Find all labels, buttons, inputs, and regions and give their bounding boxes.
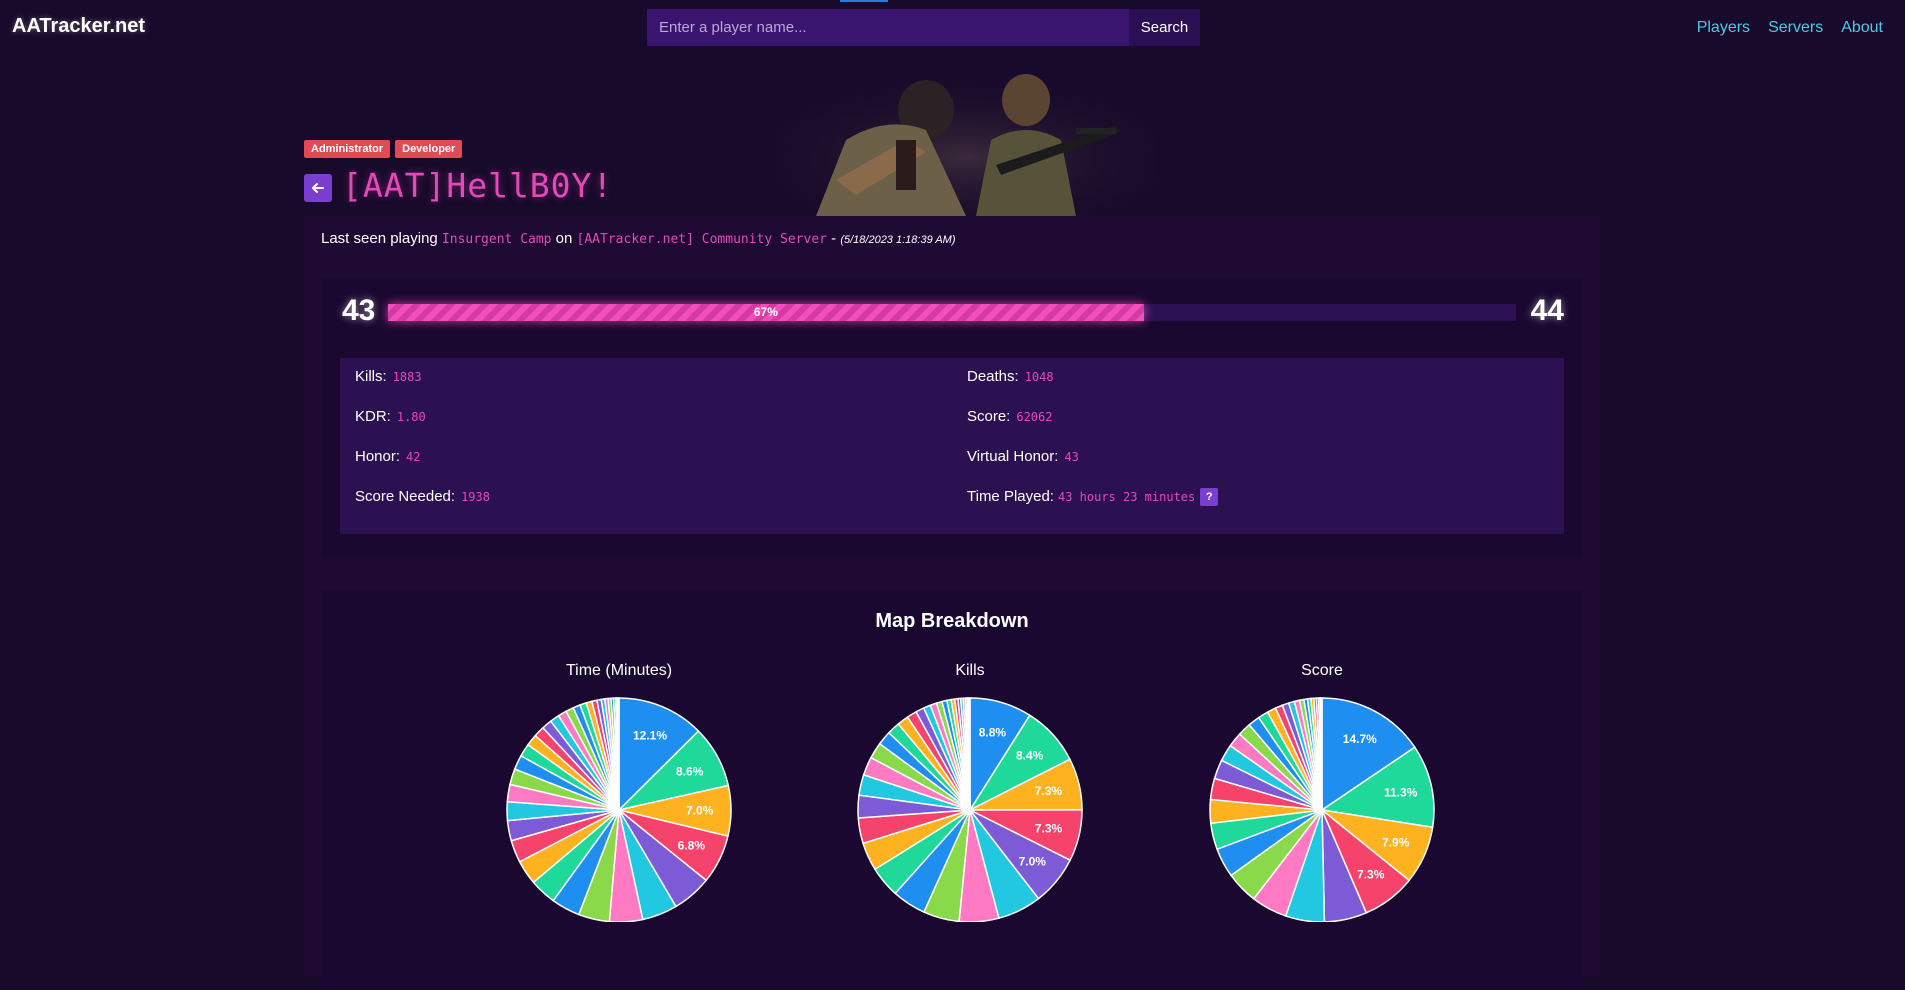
badge-developer: Developer — [395, 140, 463, 158]
stat-honor: Honor: 42 — [355, 448, 420, 465]
badge-administrator: Administrator — [304, 140, 391, 158]
pie-chart-score[interactable]: 14.7% 11.3% 7.9% 7.3% — [1187, 682, 1457, 922]
last-map-link[interactable]: Insurgent Camp — [442, 232, 552, 247]
level-progress-bar: 67% — [388, 304, 1516, 321]
pie-slice-label: 7.3% — [1035, 821, 1063, 835]
soldiers-banner-image — [776, 70, 1156, 216]
stat-score-label: Score: — [967, 408, 1011, 425]
stats-grid: Kills: 1883 Deaths: 1048 KDR: 1.80 Score: 62… — [340, 358, 1564, 534]
stat-virtual-honor: Virtual Honor: 43 — [967, 448, 1079, 465]
pie-title-kills: Kills — [955, 662, 985, 679]
stat-score-needed-label: Score Needed: — [355, 488, 456, 505]
stat-time-played-value: 43 hours 23 minutes — [1057, 490, 1196, 504]
pie-slice-label: 7.0% — [1019, 854, 1047, 868]
last-seen-timestamp: (5/18/2023 1:18:39 AM) — [840, 234, 956, 246]
main-nav: Players Servers About — [1697, 19, 1883, 37]
stat-score-needed-value: 1938 — [461, 490, 490, 504]
player-search-form: Search — [647, 9, 1200, 46]
pie-slice-label: 8.6% — [676, 764, 704, 778]
stat-deaths-value: 1048 — [1024, 370, 1054, 384]
last-seen-prefix: Last seen playing — [321, 230, 438, 247]
last-seen-on: on — [555, 230, 573, 247]
pie-title-time: Time (Minutes) — [565, 662, 673, 679]
pie-slice-label: 7.0% — [686, 804, 714, 818]
nav-link-servers[interactable]: Servers — [1768, 19, 1823, 37]
stat-honor-value: 42 — [406, 450, 421, 464]
pie-chart-kills[interactable]: 8.8% 8.4% 7.3% 7.3% 7.0% — [835, 682, 1105, 922]
nav-link-about[interactable]: About — [1841, 19, 1883, 37]
stat-kdr: KDR: 1.80 — [355, 408, 426, 425]
player-search-input[interactable] — [647, 9, 1129, 46]
stat-virtual-honor-value: 43 — [1064, 450, 1079, 464]
level-progress-label: 67% — [753, 305, 778, 319]
pie-title-score: Score — [1301, 662, 1343, 679]
stat-kdr-value: 1.80 — [396, 410, 426, 424]
stat-score: Score: 62062 — [967, 408, 1052, 425]
nav-link-players[interactable]: Players — [1697, 19, 1750, 37]
pie-slice-label: 7.9% — [1382, 836, 1410, 850]
stat-kills-value: 1883 — [392, 370, 422, 384]
player-name: [AAT]HellB0Y! — [342, 166, 614, 205]
stat-kills: Kills: 1883 — [355, 368, 422, 385]
stat-kdr-label: KDR: — [355, 408, 391, 425]
site-logo[interactable]: AATracker.net — [12, 15, 145, 38]
next-level: 44 — [1530, 294, 1564, 327]
pie-slice-label: 6.8% — [678, 839, 706, 853]
map-breakdown-card: Map Breakdown Time (Minutes) 12.1% 8.6% 7.… — [322, 590, 1582, 990]
pie-chart-time[interactable]: 12.1% 8.6% 7.0% 6.8% — [484, 682, 754, 922]
pie-slice-label: 7.3% — [1357, 867, 1385, 881]
stat-deaths: Deaths: 1048 — [967, 368, 1054, 385]
stat-kills-label: Kills: — [355, 368, 387, 385]
back-button[interactable] — [304, 174, 332, 202]
last-seen-dash: - — [831, 230, 837, 247]
time-played-help-button[interactable]: ? — [1200, 488, 1219, 507]
stat-score-value: 62062 — [1016, 410, 1053, 424]
stat-time-played: Time Played: 43 hours 23 minutes? — [967, 488, 1219, 507]
pie-slice-label: 8.4% — [1016, 749, 1044, 763]
last-seen-line: Last seen playing Insurgent Camp on [AAT… — [321, 230, 956, 247]
pie-slice-label: 8.8% — [979, 726, 1007, 740]
current-level: 43 — [342, 294, 376, 327]
stat-score-needed: Score Needed: 1938 — [355, 488, 490, 505]
loading-indicator — [840, 0, 888, 2]
player-panel: Last seen playing Insurgent Camp on [AAT… — [304, 216, 1600, 990]
pie-slice-label: 11.3% — [1384, 785, 1418, 799]
map-breakdown-title: Map Breakdown — [875, 610, 1029, 632]
player-hero: Administrator Developer [AAT]HellB0Y! — [304, 70, 1600, 216]
last-server-link[interactable]: [AATracker.net] Community Server — [577, 232, 827, 247]
stat-time-played-label: Time Played: — [967, 488, 1054, 505]
pie-slice-label: 12.1% — [633, 729, 667, 743]
stat-virtual-honor-label: Virtual Honor: — [967, 448, 1059, 465]
stat-deaths-label: Deaths: — [967, 368, 1019, 385]
top-navbar: AATracker.net Search Players Servers Abo… — [0, 0, 1905, 58]
search-button[interactable]: Search — [1129, 9, 1200, 46]
stat-honor-label: Honor: — [355, 448, 401, 465]
pie-slice-label: 7.3% — [1035, 784, 1063, 798]
pie-slice-label: 14.7% — [1343, 732, 1377, 746]
level-card: 43 67% 44 Kills: 1883 Deaths: 1048 KDR: 1.8… — [322, 278, 1582, 558]
arrow-left-icon — [312, 183, 324, 193]
role-badges: Administrator Developer — [304, 140, 463, 158]
